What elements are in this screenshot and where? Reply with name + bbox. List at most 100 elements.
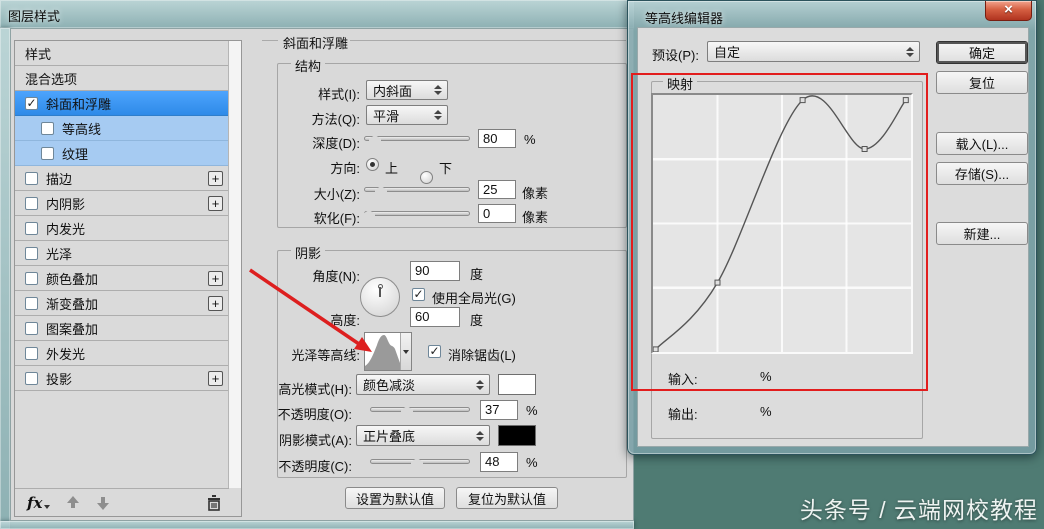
highlight-mode-dropdown[interactable]: 颜色减淡: [356, 374, 490, 395]
style-checkbox[interactable]: [25, 171, 38, 185]
curve-control-point[interactable]: [714, 279, 721, 286]
style-checkbox[interactable]: [25, 246, 38, 260]
highlight-color-swatch[interactable]: [498, 374, 536, 395]
style-checkbox[interactable]: [25, 271, 38, 285]
contour-curve: [653, 95, 909, 352]
styles-list-item[interactable]: 颜色叠加 +: [15, 266, 229, 291]
styles-list-item[interactable]: 纹理: [15, 141, 229, 166]
delete-style-trash-icon[interactable]: [207, 495, 221, 511]
styles-list-item[interactable]: 光泽: [15, 241, 229, 266]
style-checkbox[interactable]: [25, 321, 38, 335]
reset-button[interactable]: 复位: [936, 71, 1028, 94]
input-label: 输入:: [668, 372, 698, 387]
styles-list-item[interactable]: 图案叠加: [15, 316, 229, 341]
direction-up-radio[interactable]: [366, 158, 379, 171]
close-button[interactable]: ×: [985, 1, 1032, 21]
styles-list-footer: fx: [15, 488, 229, 516]
style-checkbox[interactable]: [25, 296, 38, 310]
style-checkbox[interactable]: [41, 121, 54, 135]
shadow-opacity-input[interactable]: 48: [480, 452, 518, 472]
contour-dropdown-arrow-icon[interactable]: [400, 333, 411, 370]
direction-down-radio[interactable]: [420, 171, 433, 184]
gloss-contour-picker[interactable]: [364, 332, 412, 371]
soften-slider[interactable]: [364, 211, 470, 216]
styles-list-item-label: 等高线: [62, 121, 102, 137]
direction-label: 方向:: [330, 161, 360, 176]
add-instance-plus-icon[interactable]: +: [208, 271, 223, 286]
save-button[interactable]: 存储(S)...: [936, 162, 1028, 185]
soften-label: 软化(F):: [313, 211, 360, 226]
styles-list-item[interactable]: 描边 +: [15, 166, 229, 191]
preset-label: 预设(P):: [652, 48, 699, 63]
curve-control-point[interactable]: [653, 346, 659, 352]
fx-menu-caret-icon[interactable]: [44, 504, 51, 509]
shadow-mode-dropdown[interactable]: 正片叠底: [356, 425, 490, 446]
highlight-opacity-input[interactable]: 37: [480, 400, 518, 420]
shadow-color-swatch[interactable]: [498, 425, 536, 446]
highlight-opacity-slider[interactable]: [370, 407, 470, 412]
curve-control-point[interactable]: [902, 97, 909, 104]
add-instance-plus-icon[interactable]: +: [208, 196, 223, 211]
styles-list-item[interactable]: 内阴影 +: [15, 191, 229, 216]
add-instance-plus-icon[interactable]: +: [208, 371, 223, 386]
move-up-icon[interactable]: [66, 495, 80, 510]
style-dropdown[interactable]: 内斜面: [366, 80, 448, 100]
styles-list-item[interactable]: 渐变叠加 +: [15, 291, 229, 316]
layer-style-title: 图层样式: [8, 9, 61, 24]
fx-icon[interactable]: fx: [27, 494, 42, 512]
styles-list-item-label: 光泽: [46, 246, 73, 262]
depth-input[interactable]: 80: [478, 129, 516, 148]
styles-list-panel: 样式 混合选项 ✓ 斜面和浮雕 等高线 纹理 描边 + 内阴影 + 内发光 光泽 颜色叠加 + 渐变叠加 + 图…: [14, 40, 242, 517]
global-light-checkbox[interactable]: ✓: [412, 288, 425, 301]
technique-dropdown[interactable]: 平滑: [366, 105, 448, 125]
soften-input[interactable]: 0: [478, 204, 516, 223]
new-button[interactable]: 新建...: [936, 222, 1028, 245]
altitude-input[interactable]: 60: [410, 307, 460, 327]
styles-list-item[interactable]: 外发光: [15, 341, 229, 366]
style-checkbox[interactable]: [25, 221, 38, 235]
size-input[interactable]: 25: [478, 180, 516, 199]
styles-list-scrollbar[interactable]: [228, 41, 241, 488]
add-instance-plus-icon[interactable]: +: [208, 171, 223, 186]
screenshot-root: 图层样式 样式 混合选项 ✓ 斜面和浮雕 等高线 纹理 描边 + 内阴影 + 内发光 光泽 颜色叠加 + 渐…: [0, 0, 1044, 529]
styles-list-item[interactable]: 等高线: [15, 116, 229, 141]
angle-dial[interactable]: [360, 277, 400, 317]
contour-editor-title: 等高线编辑器: [645, 11, 724, 26]
styles-list-item[interactable]: 内发光: [15, 216, 229, 241]
styles-list-item-label: 纹理: [62, 146, 89, 162]
set-default-button[interactable]: 设置为默认值: [345, 487, 445, 509]
preset-dropdown[interactable]: 自定: [707, 41, 920, 62]
angle-label: 角度(N):: [312, 269, 360, 284]
contour-curve-graph[interactable]: [651, 93, 913, 354]
style-checkbox[interactable]: [41, 146, 54, 160]
structure-group-title: 结构: [291, 56, 326, 75]
mapping-group-title: 映射: [663, 74, 698, 93]
altitude-label: 高度:: [330, 313, 360, 328]
shadow-mode-label: 阴影模式(A):: [279, 433, 352, 448]
styles-list-item[interactable]: 投影 +: [15, 366, 229, 391]
styles-list-item[interactable]: 样式: [15, 41, 229, 66]
spinner-icon: [434, 85, 442, 95]
contour-thumbnail-icon: [365, 335, 400, 370]
add-instance-plus-icon[interactable]: +: [208, 296, 223, 311]
styles-list-item-label: 图案叠加: [46, 321, 99, 337]
style-checkbox[interactable]: [25, 346, 38, 360]
style-checkbox[interactable]: [25, 371, 38, 385]
layer-style-border-left: [0, 28, 10, 529]
styles-list-item[interactable]: 混合选项: [15, 66, 229, 91]
angle-input[interactable]: 90: [410, 261, 460, 281]
curve-control-point[interactable]: [799, 97, 806, 104]
styles-list-item-label: 颜色叠加: [46, 271, 99, 287]
layer-style-border-bottom: [0, 521, 634, 529]
curve-control-point[interactable]: [861, 146, 868, 152]
style-checkbox[interactable]: ✓: [25, 96, 38, 110]
reset-default-button[interactable]: 复位为默认值: [456, 487, 558, 509]
load-button[interactable]: 载入(L)...: [936, 132, 1028, 155]
layer-style-titlebar[interactable]: 图层样式: [0, 0, 634, 28]
ok-button[interactable]: 确定: [936, 41, 1028, 64]
anti-alias-checkbox[interactable]: ✓: [428, 345, 441, 358]
styles-list-item-label: 样式: [25, 46, 52, 62]
style-checkbox[interactable]: [25, 196, 38, 210]
move-down-icon[interactable]: [96, 496, 110, 510]
styles-list-item[interactable]: ✓ 斜面和浮雕: [15, 91, 229, 116]
